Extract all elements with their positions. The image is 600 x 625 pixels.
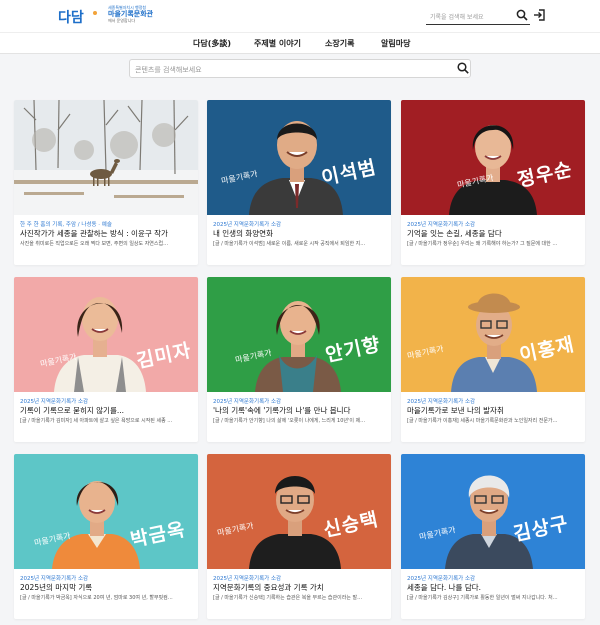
card-thumbnail-portrait[interactable]: 마을기록가 김미자 <box>14 277 198 392</box>
card-description: [글 / 마을기록가 박금옥] 자식으로 20여 년, 엄마로 30여 년, 할… <box>20 595 173 601</box>
card-title[interactable]: 사진작가가 세종을 관찰하는 방식 : 이윤구 작가 <box>20 228 196 239</box>
card-thumbnail-portrait[interactable]: 마을기록가 이석범 <box>207 100 391 215</box>
card-category: 2025년 지역문화기록가 소감 <box>213 222 282 228</box>
content-card[interactable]: 마을기록가 김상구 2025년 지역문화기록가 소감 세종을 담다. 나를 담다… <box>401 454 585 619</box>
card-description: [글 / 마을기록가 이석범] 새로운 이름, 새로운 시작 공직에서 퇴임한 … <box>213 241 366 247</box>
nav-item-topics[interactable]: 주제별 이야기 <box>254 38 301 49</box>
nav-item-collection[interactable]: 소장기록 <box>325 38 354 49</box>
content-search-input[interactable]: 콘텐츠를 검색해보세요 <box>129 59 471 78</box>
card-category: 2025년 지역문화기록가 소감 <box>20 576 89 582</box>
card-description: [글 / 마을기록가 김미자] 세 아파트에 살고 싶은 욕망으로 시작된 세종… <box>20 418 173 424</box>
card-title[interactable]: 마을기록가로 보낸 나의 발자취 <box>407 405 583 416</box>
content-card[interactable]: 마을기록가 이홍재 2025년 지역문화기록가 소감 마을기록가로 보낸 나의 … <box>401 277 585 442</box>
card-title[interactable]: 지역문화기록의 중요성과 기록 가치 <box>213 582 389 593</box>
card-thumbnail-portrait[interactable]: 마을기록가 박금옥 <box>14 454 198 569</box>
content-card[interactable]: 마을기록가 정우순 2025년 지역문화기록가 소감 기억을 잇는 손길, 세종… <box>401 100 585 265</box>
card-category: 2025년 지역문화기록가 소감 <box>407 576 476 582</box>
card-title[interactable]: 세종을 담다. 나를 담다. <box>407 582 583 593</box>
card-thumbnail-portrait[interactable]: 마을기록가 정우순 <box>401 100 585 215</box>
partner-line2: 마을기록문화관 <box>108 10 154 18</box>
content-card[interactable]: 마을기록가 김미자 2025년 지역문화기록가 소감 기록이 기록으로 묻히지 … <box>14 277 198 442</box>
card-category: 2025년 지역문화기록가 소감 <box>213 576 282 582</box>
card-category: 2025년 지역문화기록가 소감 <box>407 399 476 405</box>
logo-separator-dot <box>93 11 97 15</box>
card-thumbnail-portrait[interactable]: 마을기록가 신승택 <box>207 454 391 569</box>
card-description: [글 / 마을기록가 정우순] 우리는 왜 기록해야 하는가? 그 질문에 대한… <box>407 241 558 247</box>
content-search-placeholder: 콘텐츠를 검색해보세요 <box>135 66 202 74</box>
top-bar: 다담 세종특별자치시 행정청 마을기록문화관 에서 운영합니다 기록을 검색해 … <box>0 0 600 32</box>
content-card[interactable]: 한 주 한 홈의 기록, 주암 / 나성동 · 예술 사진작가가 세종을 관찰하… <box>14 100 198 265</box>
card-description: [글 / 마을기록가 이홍재] 세종시 마을기록문화관과 노인일자리 전문가… <box>407 418 558 424</box>
nav-item-notice[interactable]: 알림마당 <box>381 38 410 49</box>
card-thumbnail-portrait[interactable]: 마을기록가 안기향 <box>207 277 391 392</box>
card-category: 2025년 지역문화기록가 소감 <box>213 399 282 405</box>
card-thumbnail-deer[interactable] <box>14 100 198 215</box>
content-card[interactable]: 마을기록가 신승택 2025년 지역문화기록가 소감 지역문화기록의 중요성과 … <box>207 454 391 619</box>
login-icon[interactable] <box>533 9 545 21</box>
card-title[interactable]: 2025년의 마지막 기록 <box>20 582 196 593</box>
card-category: 2025년 지역문화기록가 소감 <box>20 399 89 405</box>
card-category: 한 주 한 홈의 기록, 주암 / 나성동 · 예술 <box>20 222 112 228</box>
search-icon[interactable] <box>516 9 528 21</box>
top-search-input[interactable]: 기록을 검색해 보세요 <box>426 7 530 25</box>
card-title[interactable]: 기억을 잇는 손길, 세종을 담다 <box>407 228 583 239</box>
card-description: [글 / 마을기록가 안기향] 나의 삶에 '오롯이 나에게, 느리게 10년'… <box>213 418 366 424</box>
nav-item-dadam[interactable]: 다담(多談) <box>193 38 231 49</box>
card-title[interactable]: 내 인생의 화양연화 <box>213 228 389 239</box>
card-title[interactable]: '나의 기록'속에 '기록가의 나'를 만나 봅니다 <box>213 405 389 416</box>
card-description: 사진을 취미로든 직업으로든 오래 찍다 보면, 주변의 일상도 자연스럽… <box>20 241 169 247</box>
partner-logo[interactable]: 세종특별자치시 행정청 마을기록문화관 에서 운영합니다 <box>108 6 154 23</box>
content-card[interactable]: 마을기록가 안기향 2025년 지역문화기록가 소감 '나의 기록'속에 '기록… <box>207 277 391 442</box>
card-description: [글 / 마을기록가 김상구] 기록가로 활동한 일년이 벌써 지나갑니다. 처… <box>407 595 558 601</box>
card-category: 2025년 지역문화기록가 소감 <box>407 222 476 228</box>
card-title[interactable]: 기록이 기록으로 묻히지 않기를... <box>20 405 196 416</box>
site-logo[interactable]: 다담 <box>58 7 84 27</box>
card-description: [글 / 마을기록가 신승택] 기록하는 습관은 복을 부르는 습관이라는 말… <box>213 595 363 601</box>
partner-line3: 에서 운영합니다 <box>108 18 136 23</box>
main-nav: 다담(多談) 주제별 이야기 소장기록 알림마당 <box>0 32 600 54</box>
search-icon[interactable] <box>457 62 469 74</box>
content-card[interactable]: 마을기록가 이석범 2025년 지역문화기록가 소감 내 인생의 화양연화 [글… <box>207 100 391 265</box>
card-thumbnail-portrait[interactable]: 마을기록가 이홍재 <box>401 277 585 392</box>
card-thumbnail-portrait[interactable]: 마을기록가 김상구 <box>401 454 585 569</box>
content-card[interactable]: 마을기록가 박금옥 2025년 지역문화기록가 소감 2025년의 마지막 기록… <box>14 454 198 619</box>
